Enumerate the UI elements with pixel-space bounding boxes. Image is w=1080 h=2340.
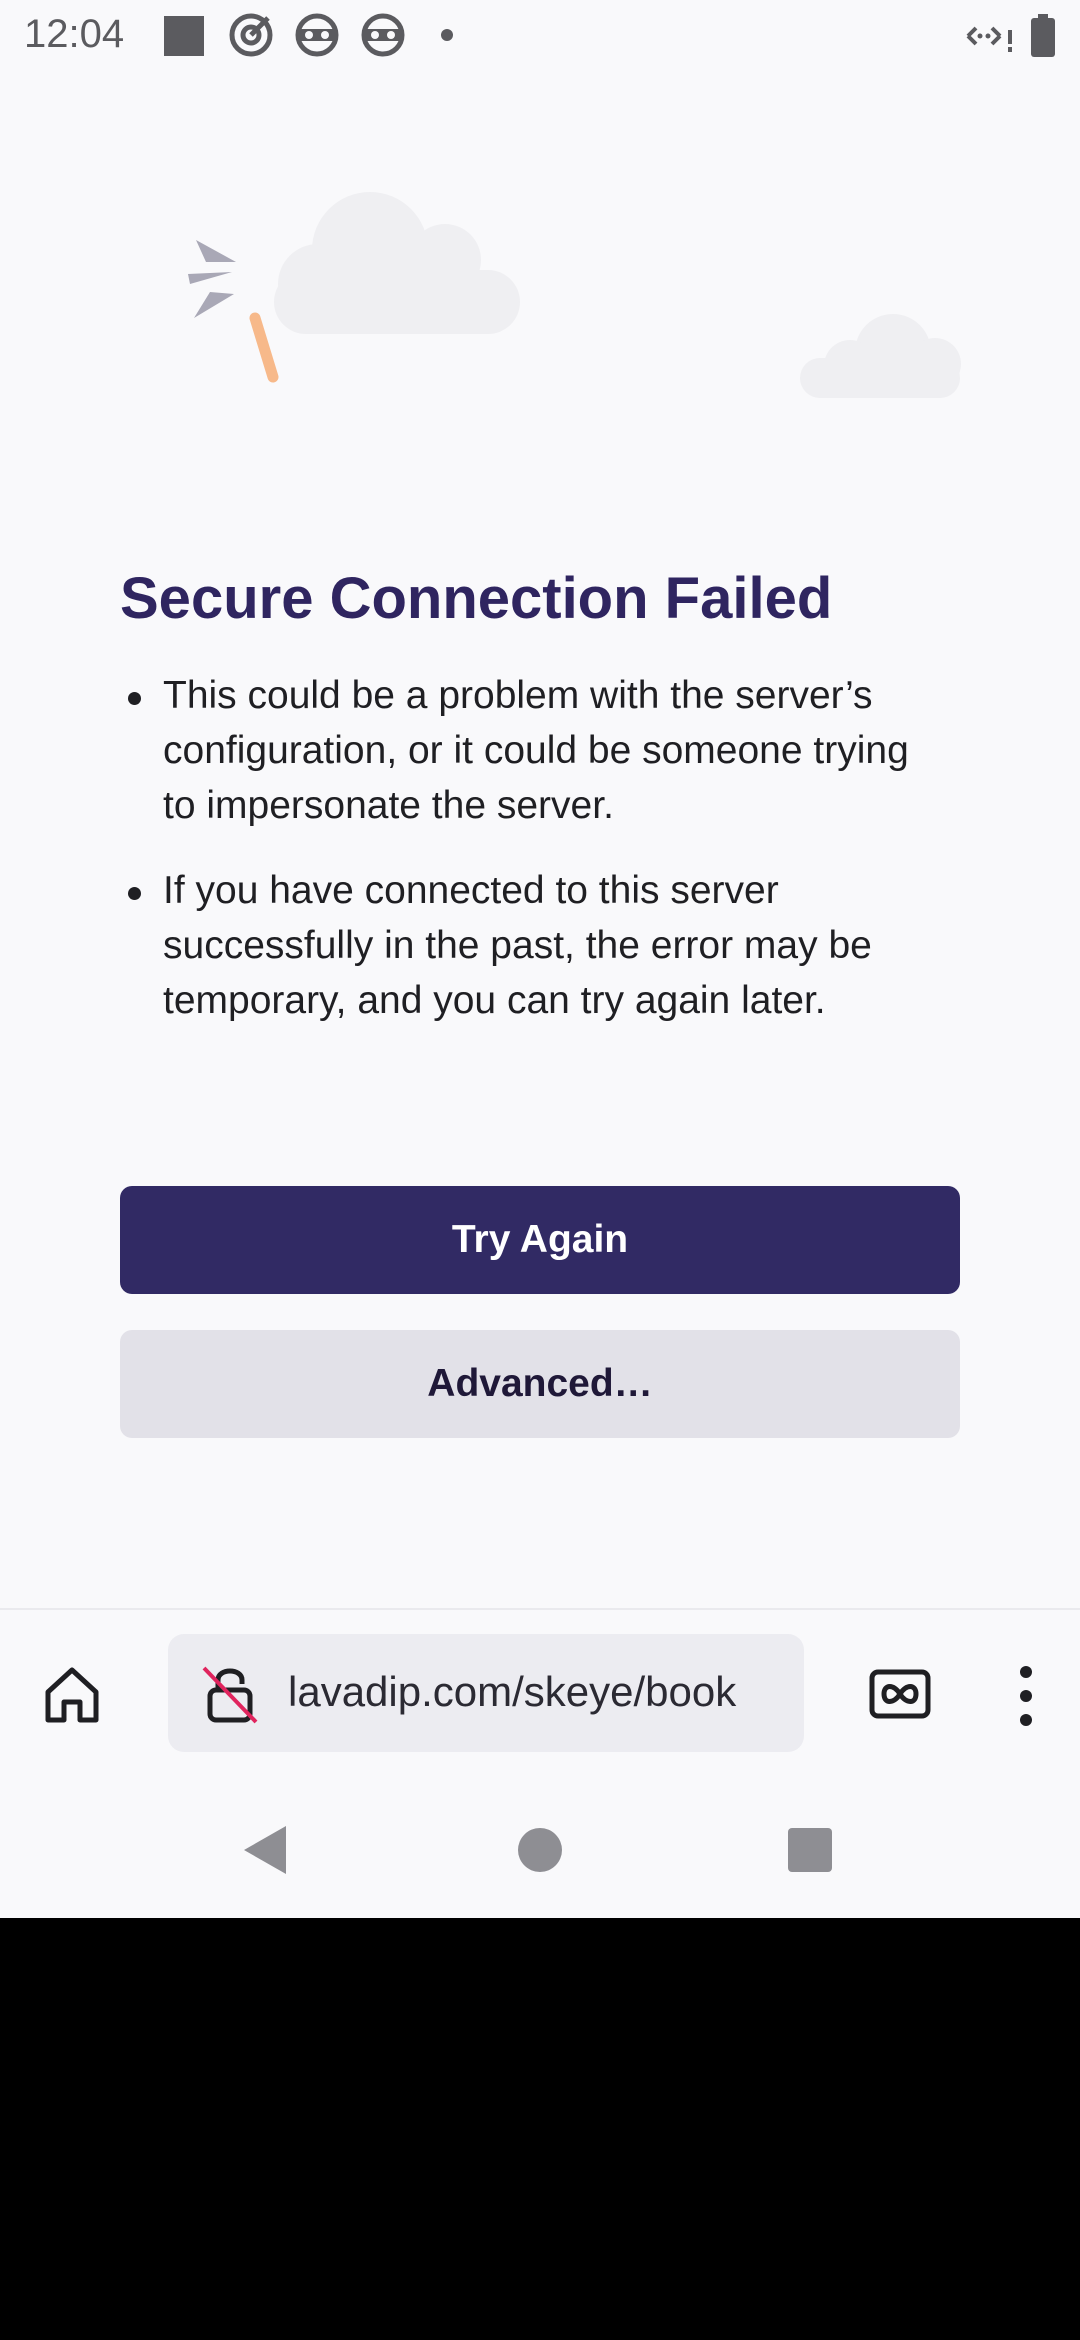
vpn-icon [295, 13, 339, 57]
status-bar: 12:04 [0, 0, 1080, 72]
private-mask-icon[interactable] [868, 1668, 932, 1720]
battery-icon [1031, 14, 1055, 57]
more-vertical-icon[interactable] [1016, 1664, 1036, 1728]
data-transfer-icon [966, 26, 1012, 52]
broken-lock-icon[interactable] [198, 1662, 262, 1726]
list-item: If you have connected to this server suc… [120, 863, 920, 1028]
dot-icon [441, 29, 453, 41]
try-again-button[interactable]: Try Again [120, 1186, 960, 1294]
advanced-button[interactable]: Advanced… [120, 1330, 960, 1438]
system-navigation-bar [0, 1780, 1080, 1918]
home-circle-icon[interactable] [516, 1826, 564, 1874]
browser-toolbar: lavadip.com/skeye/book [0, 1608, 1080, 1770]
cloud-illustration [274, 192, 520, 334]
error-details-list: This could be a problem with the server’… [120, 668, 920, 1058]
error-illustration [188, 192, 961, 398]
home-icon[interactable] [40, 1662, 104, 1726]
spark-illustration [249, 312, 279, 383]
square-notification-icon [164, 16, 204, 56]
target-icon [229, 13, 273, 57]
url-bar[interactable]: lavadip.com/skeye/book [168, 1634, 804, 1752]
page-title: Secure Connection Failed [120, 566, 833, 631]
status-time: 12:04 [24, 12, 125, 56]
list-item: This could be a problem with the server’… [120, 668, 920, 833]
recents-icon[interactable] [786, 1826, 834, 1874]
back-icon[interactable] [240, 1822, 290, 1878]
cloud-illustration [800, 314, 961, 398]
url-text[interactable]: lavadip.com/skeye/book [288, 1668, 798, 1716]
browser-screen: 12:04 Secure Connection Failed This coul… [0, 0, 1080, 1918]
spark-illustration [188, 240, 236, 318]
vpn-icon [361, 13, 405, 57]
